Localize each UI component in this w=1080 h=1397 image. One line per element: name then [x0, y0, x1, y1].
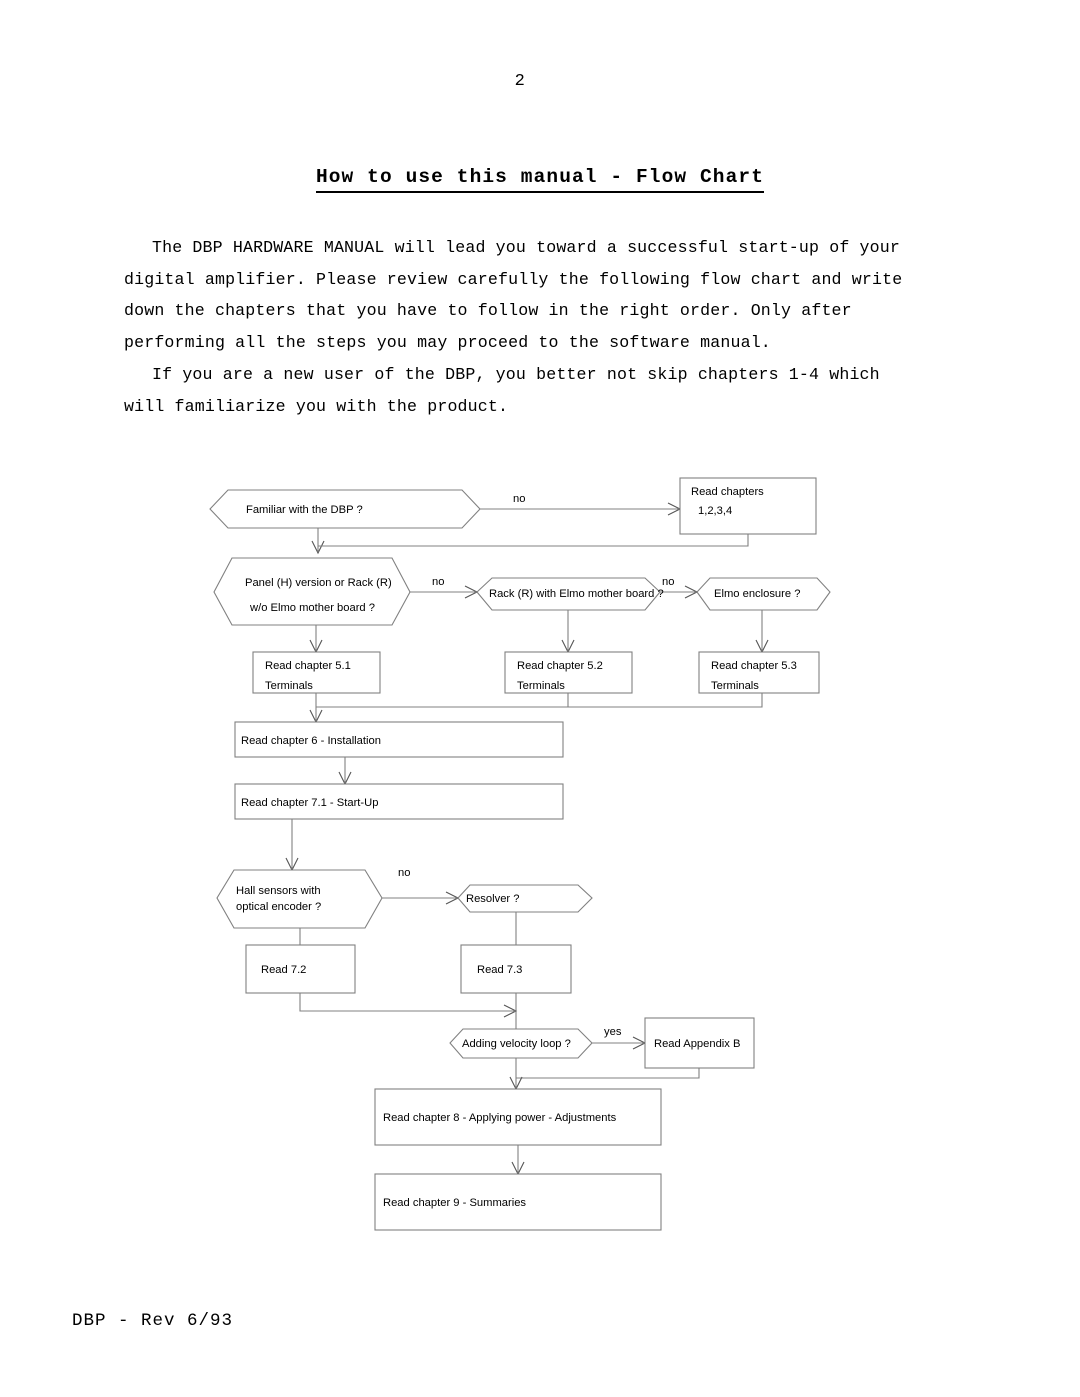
process-read-chapter-9-label: Read chapter 9 - Summaries [383, 1197, 526, 1209]
process-read-72-label: Read 7.2 [261, 964, 306, 976]
connector-ch53-merge [568, 693, 763, 708]
process-read-appendix-b-label: Read Appendix B [654, 1038, 740, 1050]
process-read-chapter-51-line1: Read chapter 5.1 [265, 660, 351, 672]
decision-rack-with-elmo-label: Rack (R) with Elmo mother board ? [489, 588, 664, 600]
connector-ch52-merge [316, 693, 569, 708]
process-read-chapter-52-line1: Read chapter 5.2 [517, 660, 603, 672]
decision-familiar-with-dbp-label: Familiar with the DBP ? [246, 504, 363, 516]
decision-adding-velocity-loop-label: Adding velocity loop ? [462, 1038, 571, 1050]
decision-panel-or-rack-line1: Panel (H) version or Rack (R) [245, 577, 392, 589]
process-read-chapter-71-label: Read chapter 7.1 - Start-Up [241, 797, 378, 809]
footer-revision: DBP - Rev 6/93 [72, 1311, 234, 1331]
decision-elmo-enclosure-label: Elmo enclosure ? [714, 588, 800, 600]
edge-label-no-3: no [662, 576, 674, 588]
decision-hall-sensors-line2: optical encoder ? [236, 901, 321, 913]
decision-hall-sensors-line1: Hall sensors with [236, 885, 321, 897]
edge-label-yes: yes [604, 1026, 622, 1038]
process-read-chapters-line2: 1,2,3,4 [698, 505, 732, 517]
flow-chart-diagram: Familiar with the DBP ? Read chapters 1,… [209, 477, 831, 1231]
connector-read-chapters-to-panel [318, 534, 749, 547]
process-read-chapter-52-line2: Terminals [517, 680, 565, 692]
decision-panel-or-rack [213, 557, 411, 626]
document-page: 2 How to use this manual - Flow Chart Th… [0, 0, 1080, 1397]
decision-hall-sensors [216, 869, 383, 929]
process-read-chapter-53-line1: Read chapter 5.3 [711, 660, 797, 672]
edge-label-no-4: no [398, 867, 410, 879]
decision-panel-or-rack-line2: w/o Elmo mother board ? [249, 602, 375, 614]
edge-label-no-1: no [513, 493, 525, 505]
process-read-chapter-8-label: Read chapter 8 - Applying power - Adjust… [383, 1112, 617, 1124]
process-read-chapter-53-line2: Terminals [711, 680, 759, 692]
process-read-chapters-line1: Read chapters [691, 486, 764, 498]
process-read-chapter-51-line2: Terminals [265, 680, 313, 692]
connector-appendixb-merge [516, 1068, 700, 1079]
edge-label-no-2: no [432, 576, 444, 588]
process-read-73-label: Read 7.3 [477, 964, 522, 976]
connector-read72-merge [299, 993, 514, 1012]
decision-resolver-label: Resolver ? [466, 893, 519, 905]
process-read-chapter-6-label: Read chapter 6 - Installation [241, 735, 381, 747]
